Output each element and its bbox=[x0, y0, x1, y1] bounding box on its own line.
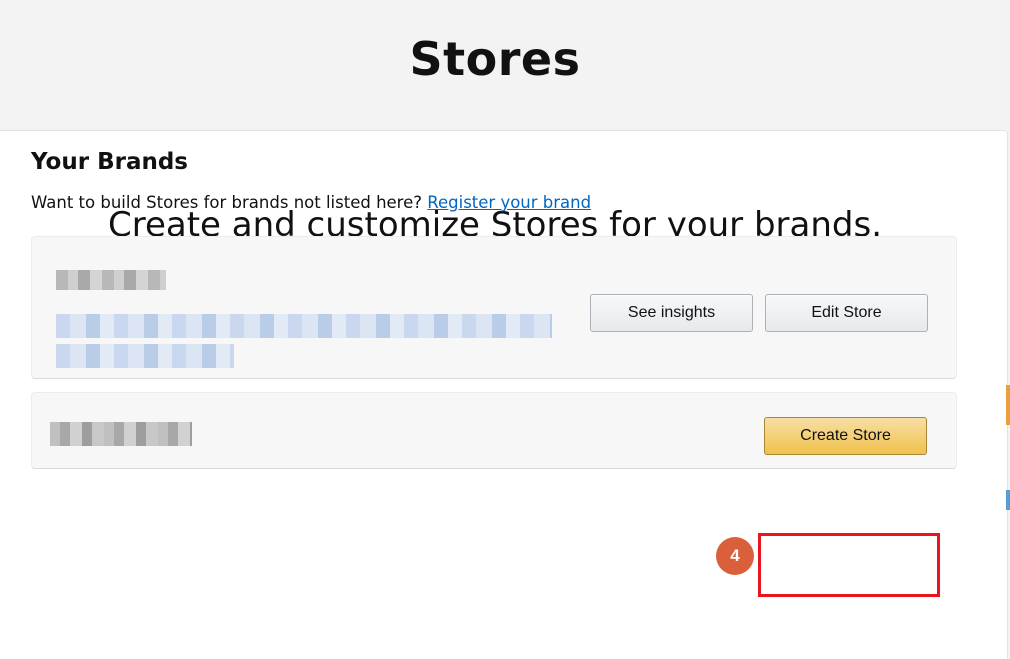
register-brand-link[interactable]: Register your brand bbox=[427, 193, 591, 212]
section-title: Your Brands bbox=[31, 149, 188, 175]
edge-decoration bbox=[1006, 385, 1010, 425]
brand-name-redacted bbox=[50, 422, 192, 446]
see-insights-button[interactable]: See insights bbox=[590, 294, 753, 332]
create-store-button[interactable]: Create Store bbox=[764, 417, 927, 455]
step-number-badge: 4 bbox=[716, 537, 754, 575]
step-highlight-box bbox=[758, 533, 940, 597]
edit-store-button[interactable]: Edit Store bbox=[765, 294, 928, 332]
brand-info-redacted bbox=[56, 314, 552, 338]
brands-description: Want to build Stores for brands not list… bbox=[31, 193, 591, 212]
page-title: Stores bbox=[409, 32, 581, 86]
page-header: Stores bbox=[0, 0, 1010, 130]
brand-name-redacted bbox=[56, 270, 166, 290]
edge-decoration bbox=[1006, 490, 1010, 510]
description-text: Want to build Stores for brands not list… bbox=[31, 193, 423, 212]
brand-row: See insights Edit Store bbox=[31, 236, 957, 379]
brand-info-redacted bbox=[56, 344, 234, 368]
brand-row: Create Store bbox=[31, 392, 957, 469]
